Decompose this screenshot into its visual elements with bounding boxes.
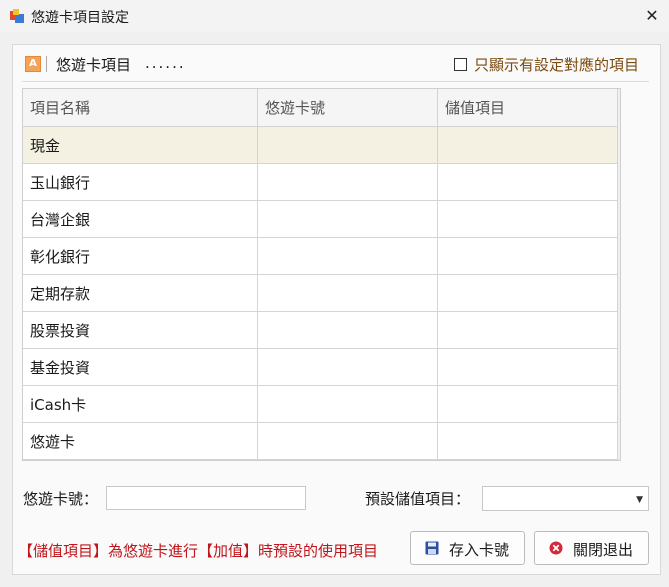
table-cell-item[interactable]: 股票投資 bbox=[23, 311, 258, 349]
table-row[interactable]: 悠遊卡 bbox=[23, 422, 618, 460]
topup-note: 【儲值項目】為悠遊卡進行【加值】時預設的使用項目 bbox=[18, 542, 379, 560]
table-cell-item[interactable]: 基金投資 bbox=[23, 348, 258, 386]
table-row[interactable]: 基金投資 bbox=[23, 348, 618, 386]
header-divider bbox=[46, 56, 47, 72]
table-header-row: 項目名稱 悠遊卡號 儲值項目 bbox=[23, 89, 618, 127]
table-cell-card[interactable] bbox=[257, 200, 438, 238]
table-row[interactable]: 玉山銀行 bbox=[23, 163, 618, 201]
table-cell-topup[interactable] bbox=[437, 237, 618, 275]
default-topup-select[interactable]: ▼ bbox=[482, 486, 649, 511]
dropdown-arrow-icon: ▼ bbox=[636, 495, 643, 505]
table-cell-item[interactable]: iCash卡 bbox=[23, 385, 258, 423]
table-cell-card[interactable] bbox=[257, 422, 438, 460]
table-cell-card[interactable] bbox=[257, 126, 438, 164]
filter-checkbox-label[interactable]: 只顯示有設定對應的項目 bbox=[474, 54, 639, 75]
table-cell-topup[interactable] bbox=[437, 385, 618, 423]
column-header-topup[interactable]: 儲值項目 bbox=[437, 89, 618, 127]
table-cell-card[interactable] bbox=[257, 385, 438, 423]
app-icon bbox=[10, 9, 24, 23]
table-cell-card[interactable] bbox=[257, 163, 438, 201]
table-row[interactable]: 股票投資 bbox=[23, 311, 618, 349]
table-row[interactable]: 台灣企銀 bbox=[23, 200, 618, 238]
table-cell-topup[interactable] bbox=[437, 163, 618, 201]
default-topup-label: 預設儲值項目： bbox=[365, 490, 471, 508]
table-cell-card[interactable] bbox=[257, 237, 438, 275]
table-cell-card[interactable] bbox=[257, 311, 438, 349]
floppy-disk-icon bbox=[425, 541, 439, 555]
table-cell-topup[interactable] bbox=[437, 348, 618, 386]
column-header-card[interactable]: 悠遊卡號 bbox=[257, 89, 438, 127]
table-cell-item[interactable]: 彰化銀行 bbox=[23, 237, 258, 275]
close-window-button[interactable]: ✕ bbox=[640, 4, 664, 28]
table-cell-item[interactable]: 悠遊卡 bbox=[23, 422, 258, 460]
section-title: 悠遊卡項目 bbox=[56, 56, 132, 74]
table-cell-topup[interactable] bbox=[437, 274, 618, 312]
table-cell-card[interactable] bbox=[257, 274, 438, 312]
table-cell-item[interactable]: 台灣企銀 bbox=[23, 200, 258, 238]
close-exit-button[interactable]: 關閉退出 bbox=[534, 531, 649, 565]
card-number-input[interactable] bbox=[106, 486, 306, 510]
card-grid: 項目名稱 悠遊卡號 儲值項目 現金 玉山銀行 台灣企銀 彰化銀行 定期存款 股票投資 基金投… bbox=[22, 88, 621, 461]
card-table: 項目名稱 悠遊卡號 儲值項目 現金 玉山銀行 台灣企銀 彰化銀行 定期存款 股票投資 基金投… bbox=[23, 89, 618, 460]
table-row[interactable]: 彰化銀行 bbox=[23, 237, 618, 275]
column-header-item[interactable]: 項目名稱 bbox=[23, 89, 258, 127]
table-cell-topup[interactable] bbox=[437, 200, 618, 238]
close-circle-icon bbox=[549, 541, 563, 555]
save-card-label: 存入卡號 bbox=[449, 541, 510, 559]
title-bar: 悠遊卡項目設定 ✕ bbox=[0, 0, 669, 32]
table-cell-item[interactable]: 定期存款 bbox=[23, 274, 258, 312]
header-line bbox=[22, 81, 649, 82]
window-title: 悠遊卡項目設定 bbox=[31, 10, 129, 26]
table-cell-topup[interactable] bbox=[437, 422, 618, 460]
table-row[interactable]: 現金 bbox=[23, 126, 618, 164]
table-cell-topup[interactable] bbox=[437, 126, 618, 164]
section-title-dots: ...... bbox=[145, 54, 186, 72]
table-cell-item[interactable]: 現金 bbox=[23, 126, 258, 164]
letter-a-icon: A bbox=[25, 56, 41, 72]
close-exit-label: 關閉退出 bbox=[573, 541, 634, 559]
table-cell-item[interactable]: 玉山銀行 bbox=[23, 163, 258, 201]
table-row[interactable]: iCash卡 bbox=[23, 385, 618, 423]
filter-checkbox[interactable] bbox=[454, 58, 467, 71]
save-card-button[interactable]: 存入卡號 bbox=[410, 531, 525, 565]
table-cell-topup[interactable] bbox=[437, 311, 618, 349]
table-cell-card[interactable] bbox=[257, 348, 438, 386]
table-row[interactable]: 定期存款 bbox=[23, 274, 618, 312]
card-number-label: 悠遊卡號： bbox=[23, 490, 99, 508]
